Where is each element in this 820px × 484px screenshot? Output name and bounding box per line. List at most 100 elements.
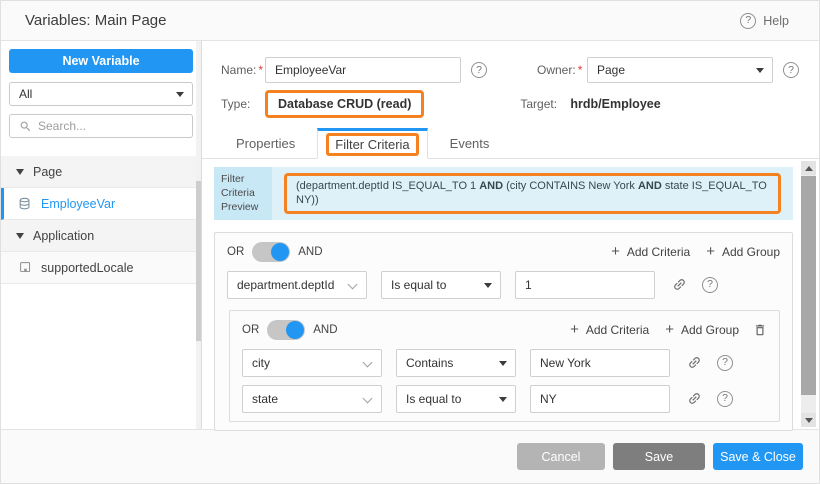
scroll-down-arrow[interactable] xyxy=(801,413,816,427)
criteria-row-deptid: department.deptId Is equal to xyxy=(227,271,780,299)
preview-segment: (department.deptId IS_EQUAL_TO 1 xyxy=(296,180,479,192)
scroll-up-arrow[interactable] xyxy=(801,161,816,175)
operator-select[interactable]: Is equal to xyxy=(381,271,501,299)
field-select[interactable]: state xyxy=(242,385,382,413)
required-asterisk: * xyxy=(258,63,263,77)
help-button[interactable]: ? Help xyxy=(740,13,789,29)
or-and-toggle[interactable] xyxy=(252,242,290,262)
target-label: Target: xyxy=(520,97,570,111)
save-button[interactable]: Save xyxy=(613,443,705,470)
dialog-footer: Cancel Save Save & Close xyxy=(1,429,819,483)
cancel-button[interactable]: Cancel xyxy=(517,443,605,470)
field-select[interactable]: department.deptId xyxy=(227,271,367,299)
preview-segment: AND xyxy=(638,180,662,192)
name-input[interactable] xyxy=(265,57,461,83)
field-select-value: state xyxy=(252,392,278,406)
sidebar-item-employeevar[interactable]: EmployeeVar xyxy=(1,188,201,220)
editor-tabs: Properties Filter Criteria Events xyxy=(202,129,819,159)
name-help-icon[interactable]: ? xyxy=(471,62,487,78)
value-input[interactable] xyxy=(515,271,655,299)
owner-select[interactable]: Page xyxy=(587,57,773,83)
caret-down-icon xyxy=(756,68,764,73)
operator-select-value: Contains xyxy=(406,356,453,370)
help-circle-icon: ? xyxy=(740,13,756,29)
criteria-row-state: state Is equal to xyxy=(242,385,767,413)
variables-dialog: Variables: Main Page ? Help New Variable… xyxy=(0,0,820,484)
required-asterisk: * xyxy=(578,63,583,77)
owner-help-icon[interactable]: ? xyxy=(783,62,799,78)
sidebar-scroll-thumb[interactable] xyxy=(196,181,201,341)
caret-down-icon xyxy=(176,92,184,97)
new-variable-button[interactable]: New Variable xyxy=(9,49,193,73)
dialog-body: New Variable All Page xyxy=(1,41,819,429)
page-title: Variables: Main Page xyxy=(25,12,166,29)
add-criteria-button[interactable]: + Add Criteria xyxy=(611,244,690,259)
caret-down-icon xyxy=(499,397,507,402)
variable-filter-select[interactable]: All xyxy=(9,82,193,106)
plus-icon: + xyxy=(570,322,579,337)
search-input[interactable] xyxy=(38,119,184,133)
value-input[interactable] xyxy=(530,385,670,413)
filter-sub-group: OR AND + Add Criteria + Add Group xyxy=(229,310,780,422)
sidebar-item-supportedlocale[interactable]: supportedLocale xyxy=(1,252,201,284)
scroll-thumb[interactable] xyxy=(801,176,816,395)
preview-label: Filter Criteria Preview xyxy=(214,167,272,220)
type-value: Database CRUD (read) xyxy=(278,97,411,111)
triangle-down-icon xyxy=(805,418,813,423)
bind-link-icon[interactable] xyxy=(687,391,702,406)
save-close-button[interactable]: Save & Close xyxy=(713,443,803,470)
collapse-triangle-icon xyxy=(16,233,24,239)
tab-filter-criteria-highlight: Filter Criteria xyxy=(326,133,418,156)
add-group-button[interactable]: + Add Group xyxy=(706,244,780,259)
field-select[interactable]: city xyxy=(242,349,382,377)
chevron-down-icon xyxy=(363,357,373,367)
type-label: Type: xyxy=(221,97,265,111)
name-label: Name:* xyxy=(221,63,265,77)
type-value-highlight: Database CRUD (read) xyxy=(265,90,424,118)
chevron-down-icon xyxy=(363,393,373,403)
sidebar-scrollbar[interactable] xyxy=(196,41,201,429)
field-select-value: city xyxy=(252,356,270,370)
add-group-button[interactable]: + Add Group xyxy=(665,322,739,337)
caret-down-icon xyxy=(484,283,492,288)
variable-filter-value: All xyxy=(19,87,32,101)
tab-properties[interactable]: Properties xyxy=(214,129,317,158)
or-and-toggle[interactable] xyxy=(267,320,305,340)
chevron-down-icon xyxy=(348,279,358,289)
filter-root-group: OR AND + Add Criteria + Add Group xyxy=(214,232,793,431)
variable-search-box[interactable] xyxy=(9,114,193,138)
row-help-icon[interactable]: ? xyxy=(702,277,718,293)
row-help-icon[interactable]: ? xyxy=(717,355,733,371)
value-input[interactable] xyxy=(530,349,670,377)
sidebar-item-label: EmployeeVar xyxy=(41,197,115,211)
target-value: hrdb/Employee xyxy=(570,97,660,111)
tab-filter-criteria[interactable]: Filter Criteria xyxy=(317,128,427,159)
variable-tree: Page EmployeeVar Application suppor xyxy=(1,156,201,284)
operator-select[interactable]: Contains xyxy=(396,349,516,377)
operator-select-value: Is equal to xyxy=(406,392,461,406)
delete-group-button[interactable] xyxy=(753,323,767,337)
operator-select[interactable]: Is equal to xyxy=(396,385,516,413)
criteria-row-city: city Contains xyxy=(242,349,767,377)
bind-link-icon[interactable] xyxy=(672,277,687,292)
add-criteria-button[interactable]: + Add Criteria xyxy=(570,322,649,337)
preview-expression-highlight: (department.deptId IS_EQUAL_TO 1 AND (ci… xyxy=(284,173,781,214)
bind-link-icon[interactable] xyxy=(687,355,702,370)
field-select-value: department.deptId xyxy=(237,278,334,292)
search-icon xyxy=(18,119,32,133)
tab-events[interactable]: Events xyxy=(428,129,512,158)
plus-icon: + xyxy=(706,244,715,259)
row-help-icon[interactable]: ? xyxy=(717,391,733,407)
content-scrollbar[interactable] xyxy=(801,161,816,427)
preview-segment: (city CONTAINS New York xyxy=(503,180,638,192)
filter-criteria-preview: Filter Criteria Preview (department.dept… xyxy=(214,167,793,220)
sidebar-group-page[interactable]: Page xyxy=(1,156,201,188)
trash-icon xyxy=(753,323,767,337)
variable-form: Name:* ? Owner:* Page ? Type: Database C… xyxy=(202,41,819,129)
toggle-knob xyxy=(271,243,289,261)
sidebar-group-application[interactable]: Application xyxy=(1,220,201,252)
caret-down-icon xyxy=(499,361,507,366)
triangle-up-icon xyxy=(805,166,813,171)
database-icon xyxy=(18,197,32,211)
help-label: Help xyxy=(763,14,789,28)
